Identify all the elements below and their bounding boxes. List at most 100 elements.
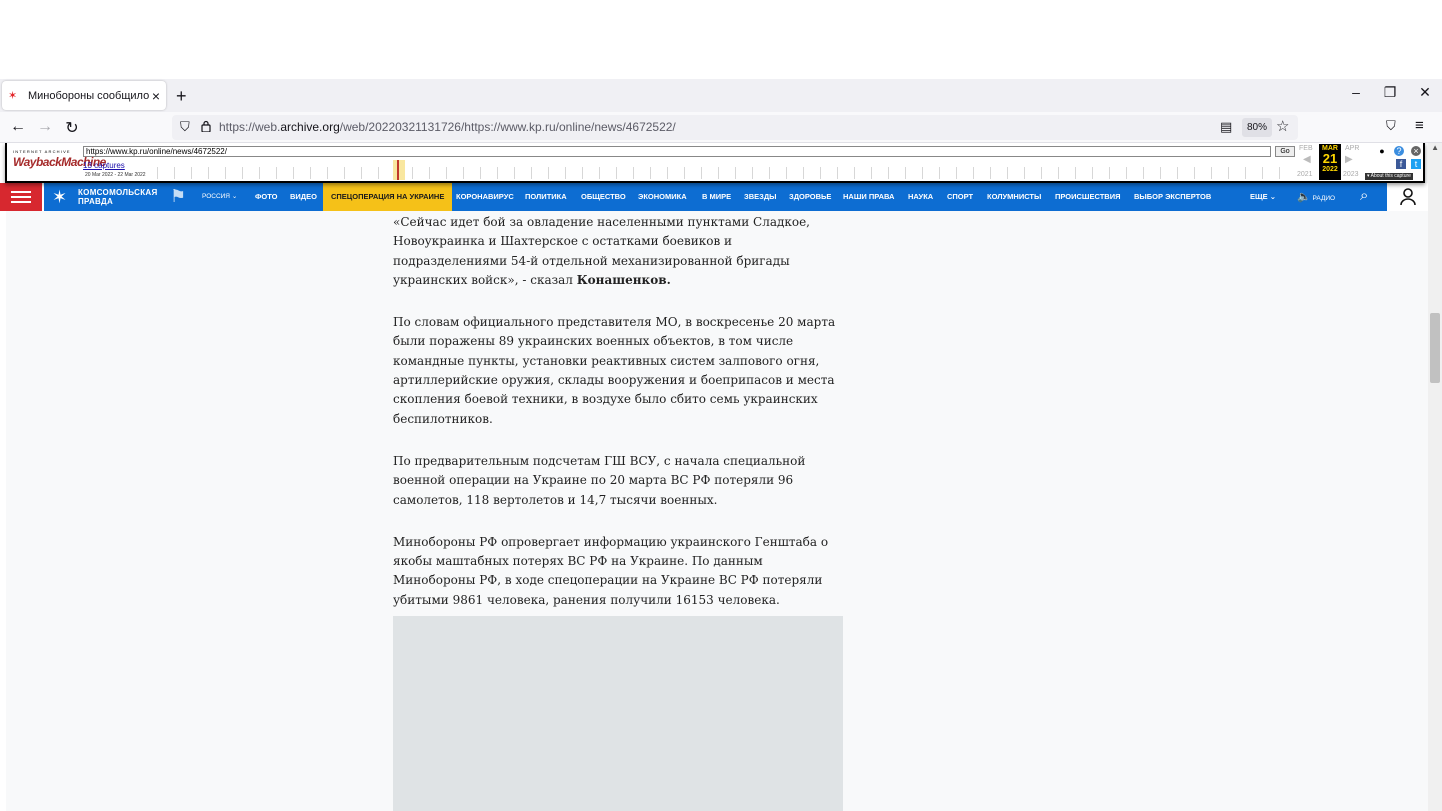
lock-icon[interactable] xyxy=(201,120,211,132)
sparkline-tick xyxy=(582,167,583,179)
browser-tab[interactable]: ✶ Минобороны сообщило, что × xyxy=(2,81,166,110)
sparkline-tick xyxy=(259,167,260,179)
nav-item[interactable]: ЗДОРОВЬЕ xyxy=(789,183,831,211)
sparkline-tick xyxy=(463,167,464,179)
nav-item[interactable]: ЭКОНОМИКА xyxy=(638,183,687,211)
minimize-icon[interactable]: – xyxy=(1346,84,1366,100)
sparkline-tick xyxy=(242,167,243,179)
search-icon[interactable]: ⌕ xyxy=(1360,187,1368,204)
nav-item[interactable]: ВЫБОР ЭКСПЕРТОВ xyxy=(1134,183,1211,211)
chevron-down-icon: ⌄ xyxy=(1269,192,1277,201)
sparkline-tick xyxy=(1143,167,1144,179)
sparkline-tick xyxy=(412,167,413,179)
navigation-bar: ← → ↻ ⛉ https://web.archive.org/web/2022… xyxy=(0,112,1442,143)
forward-icon[interactable]: → xyxy=(35,118,55,136)
sparkline-tick xyxy=(871,167,872,179)
twitter-icon[interactable]: t xyxy=(1411,159,1421,169)
sparkline-tick xyxy=(633,167,634,179)
sparkline-tick xyxy=(174,167,175,179)
sparkline-tick xyxy=(837,167,838,179)
sparkline-tick xyxy=(854,167,855,179)
nav-item[interactable]: В МИРЕ xyxy=(702,183,731,211)
user-icon[interactable] xyxy=(1398,187,1418,207)
sparkline-tick xyxy=(1228,167,1229,179)
sparkline-tick xyxy=(684,167,685,179)
capture-sparkline[interactable] xyxy=(157,159,1295,179)
sparkline-tick xyxy=(905,167,906,179)
sparkline-tick xyxy=(769,167,770,179)
new-tab-plus-icon[interactable]: + xyxy=(176,86,187,107)
url-text[interactable]: https://web.archive.org/web/202203211317… xyxy=(219,120,676,134)
vertical-scrollbar[interactable]: ▲ xyxy=(1428,143,1442,811)
zoom-indicator[interactable]: 80% xyxy=(1242,118,1273,137)
article-paragraph: По предварительным подсчетам ГШ ВСУ, с н… xyxy=(393,453,806,507)
speaker-name: Конашенков. xyxy=(576,272,671,287)
current-year: 2022 xyxy=(1322,166,1338,173)
nav-item[interactable]: КОЛУМНИСТЫ xyxy=(987,183,1041,211)
nav-item[interactable]: НАШИ ПРАВА xyxy=(843,183,894,211)
nav-item[interactable]: ФОТО xyxy=(255,183,277,211)
site-nav-bar: ✶ КОМСОМОЛЬСКАЯ ПРАВДА ⚑ РОССИЯ ⌄ ФОТО В… xyxy=(44,183,1387,211)
page-left-edge xyxy=(0,143,6,811)
app-menu-icon[interactable]: ≡ xyxy=(1415,117,1424,134)
nav-item[interactable]: НАУКА xyxy=(908,183,933,211)
facebook-icon[interactable]: f xyxy=(1396,159,1406,169)
next-capture-icon[interactable]: ▶ xyxy=(1345,154,1353,165)
next-month[interactable]: APR xyxy=(1345,145,1359,152)
sparkline-tick xyxy=(480,167,481,179)
restore-icon[interactable]: ❐ xyxy=(1380,84,1400,101)
reader-view-icon[interactable]: ▤ xyxy=(1220,119,1232,135)
prev-capture-icon[interactable]: ◀ xyxy=(1303,154,1311,165)
captures-link[interactable]: 13 captures xyxy=(83,161,125,170)
back-icon[interactable]: ← xyxy=(8,118,28,136)
sparkline-tick xyxy=(1007,167,1008,179)
sparkline-tick xyxy=(327,167,328,179)
hamburger-menu-icon[interactable] xyxy=(0,183,42,211)
radio-button[interactable]: 🔈 РАДИО xyxy=(1297,183,1335,211)
nav-item[interactable]: КОРОНАВИРУС xyxy=(456,183,514,211)
tab-close-icon[interactable]: × xyxy=(152,88,160,104)
prev-year[interactable]: 2021 xyxy=(1297,171,1313,178)
reload-icon[interactable]: ↻ xyxy=(62,118,82,138)
sparkline-tick xyxy=(1126,167,1127,179)
shield-icon[interactable]: ⛉ xyxy=(180,119,190,135)
sparkline-tick xyxy=(344,167,345,179)
sparkline-tick xyxy=(225,167,226,179)
sparkline-tick xyxy=(1211,167,1212,179)
window-close-icon[interactable]: ✕ xyxy=(1415,84,1435,101)
account-icon[interactable]: ● xyxy=(1377,146,1387,156)
close-wayback-icon[interactable]: × xyxy=(1411,146,1421,156)
sparkline-tick xyxy=(497,167,498,179)
scrollbar-thumb[interactable] xyxy=(1430,313,1440,383)
sparkline-tick xyxy=(616,167,617,179)
tab-title: Минобороны сообщило, что xyxy=(27,89,150,102)
sparkline-tick xyxy=(820,167,821,179)
help-icon[interactable]: ? xyxy=(1394,146,1404,156)
region-selector[interactable]: РОССИЯ ⌄ xyxy=(202,183,237,211)
sparkline-tick xyxy=(378,167,379,179)
nav-item[interactable]: ПОЛИТИКА xyxy=(525,183,567,211)
nav-item-highlighted[interactable]: СПЕЦОПЕРАЦИЯ НА УКРАИНЕ xyxy=(323,183,453,211)
scroll-up-icon[interactable]: ▲ xyxy=(1431,143,1439,152)
site-logo[interactable]: ✶ КОМСОМОЛЬСКАЯ ПРАВДА ⚑ xyxy=(50,186,200,208)
address-bar[interactable]: ⛉ https://web.archive.org/web/2022032113… xyxy=(172,115,1298,140)
sparkline-tick xyxy=(531,167,532,179)
next-year[interactable]: 2023 xyxy=(1343,171,1359,178)
wayback-url-input[interactable] xyxy=(83,146,1271,157)
prev-month[interactable]: FEB xyxy=(1299,145,1313,152)
nav-item[interactable]: ОБЩЕСТВО xyxy=(581,183,626,211)
nav-item[interactable]: ВИДЕО xyxy=(290,183,317,211)
nav-item[interactable]: СПОРТ xyxy=(947,183,973,211)
sparkline-tick xyxy=(514,167,515,179)
sparkline-tick xyxy=(752,167,753,179)
more-menu[interactable]: ЕЩЕ ⌄ xyxy=(1250,183,1276,211)
article-paragraph: «Сейчас идет бой за овладение населенным… xyxy=(393,215,810,287)
sparkline-tick xyxy=(310,167,311,179)
about-capture-dropdown[interactable]: ▾ About this capture xyxy=(1365,173,1413,180)
wayback-go-button[interactable]: Go xyxy=(1275,146,1295,157)
logo-line-1: КОМСОМОЛЬСКАЯ xyxy=(78,188,158,197)
bookmark-star-icon[interactable]: ☆ xyxy=(1276,117,1289,135)
nav-item[interactable]: ПРОИСШЕСТВИЯ xyxy=(1055,183,1120,211)
nav-item[interactable]: ЗВЕЗДЫ xyxy=(744,183,777,211)
pocket-icon[interactable]: ⛉ xyxy=(1386,118,1396,134)
